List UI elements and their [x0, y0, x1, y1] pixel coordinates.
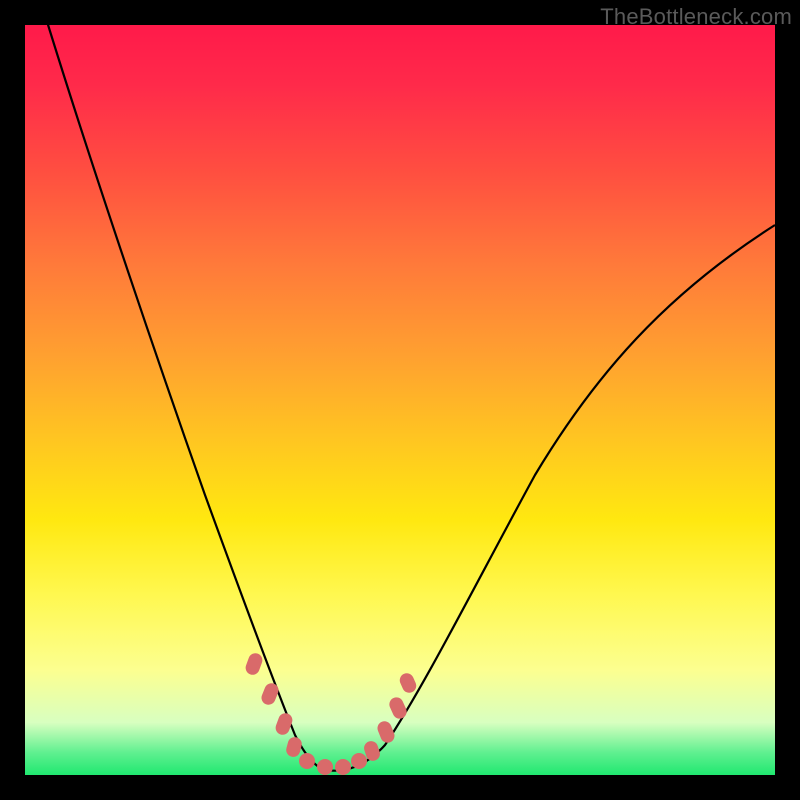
curve-overlay — [25, 25, 775, 775]
bottleneck-curve-line — [45, 15, 775, 771]
